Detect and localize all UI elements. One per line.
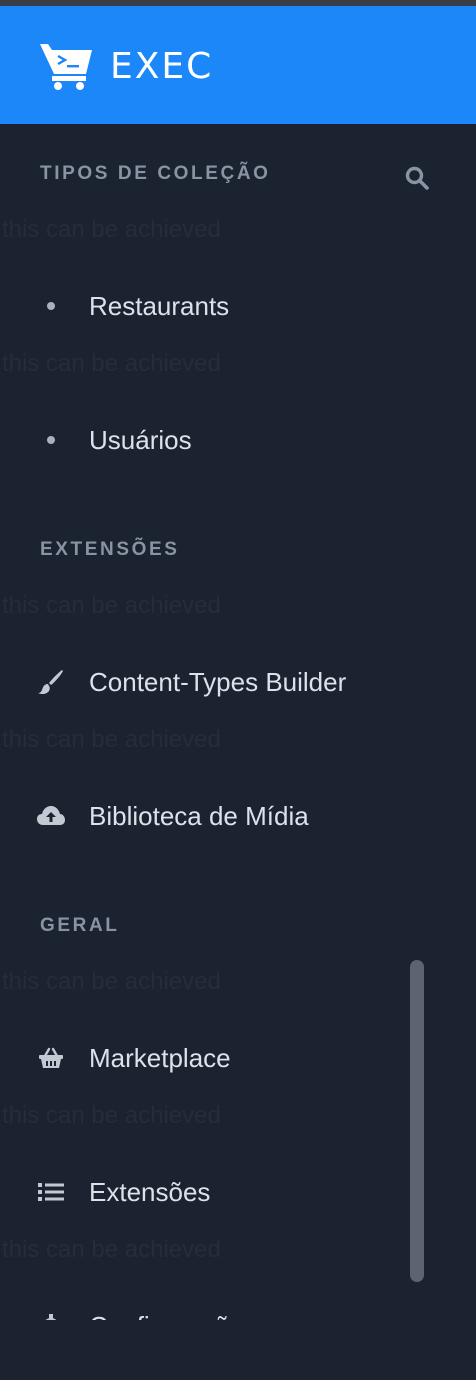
bullet-icon	[36, 425, 66, 455]
list-icon	[36, 1177, 66, 1207]
sidebar-item-label: Usuários	[89, 424, 192, 455]
ghost-text: this can be achieved	[2, 1102, 221, 1129]
sidebar-header[interactable]: EXEC	[0, 6, 476, 124]
cloud-upload-icon	[36, 801, 66, 831]
sidebar-item-label: Restaurants	[89, 290, 230, 321]
ghost-text: this can be achieved	[2, 968, 221, 995]
section-title-collections: TIPOS DE COLEÇÃO	[40, 163, 271, 184]
app-title: EXEC	[110, 46, 214, 87]
section-title-extensions: EXTENSÕES	[40, 539, 180, 560]
sidebar-item-label: Biblioteca de Mídia	[89, 800, 309, 831]
sidebar-item-label: Extensões	[89, 1176, 211, 1207]
cart-terminal-logo-icon	[40, 44, 92, 90]
sidebar-item-content-types-builder[interactable]: Content-Types Builder	[0, 652, 400, 712]
ghost-text: this can be achieved	[2, 592, 221, 619]
sidebar-item-configuracoes[interactable]: Configurações	[0, 1296, 400, 1320]
sidebar-item-label: Configurações	[89, 1311, 257, 1321]
search-icon[interactable]	[404, 165, 430, 191]
sidebar-item-extensoes[interactable]: Extensões	[0, 1162, 400, 1222]
scrollbar-thumb[interactable]	[410, 960, 424, 1282]
paint-brush-icon	[36, 667, 66, 697]
bullet-icon	[36, 291, 66, 321]
sidebar-item-label: Marketplace	[89, 1042, 231, 1073]
sidebar-item-label: Content-Types Builder	[89, 666, 347, 697]
cog-icon	[36, 1311, 66, 1320]
sidebar-item-usuarios[interactable]: Usuários	[0, 410, 400, 470]
shopping-basket-icon	[36, 1043, 66, 1073]
ghost-text: this can be achieved	[2, 216, 221, 243]
sidebar-footer	[0, 1320, 476, 1380]
ghost-text: this can be achieved	[2, 726, 221, 753]
sidebar-item-marketplace[interactable]: Marketplace	[0, 1028, 400, 1088]
ghost-text: this can be achieved	[2, 1236, 221, 1263]
sidebar-menu: TIPOS DE COLEÇÃO this can be achieved Re…	[0, 124, 476, 1320]
sidebar-item-restaurants[interactable]: Restaurants	[0, 276, 400, 336]
ghost-text: this can be achieved	[2, 350, 221, 377]
section-title-general: GERAL	[40, 915, 120, 936]
sidebar-item-biblioteca-de-midia[interactable]: Biblioteca de Mídia	[0, 786, 400, 846]
